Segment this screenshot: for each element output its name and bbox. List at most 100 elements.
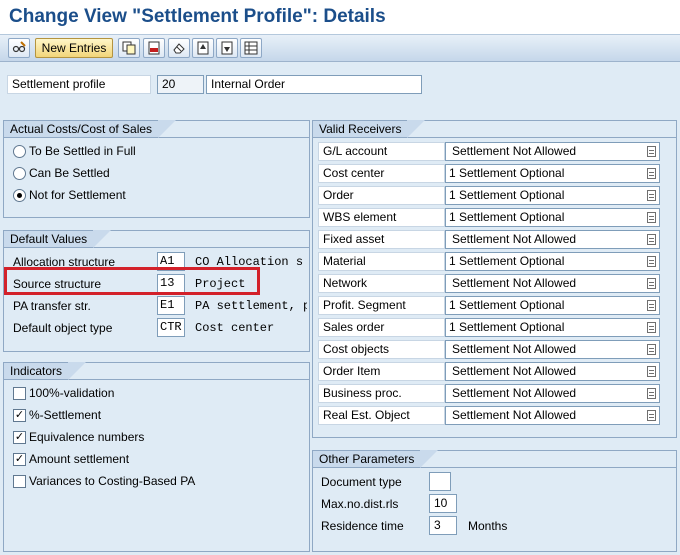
- max-dist-rules-label: Max.no.dist.rls: [321, 497, 399, 511]
- receiver-value: 1 Settlement Optional: [449, 166, 565, 180]
- radio-settle-full[interactable]: [13, 145, 26, 158]
- pa-transfer-field[interactable]: E1: [157, 296, 185, 315]
- receiver-value: Settlement Not Allowed: [452, 386, 577, 400]
- value-help-icon[interactable]: [647, 322, 656, 333]
- value-help-icon[interactable]: [647, 190, 656, 201]
- checkbox-percent-settlement-label: %-Settlement: [29, 408, 102, 422]
- receiver-dropdown[interactable]: 1 Settlement Optional: [445, 164, 660, 183]
- select-all-button[interactable]: [240, 38, 262, 58]
- receiver-dropdown[interactable]: Settlement Not Allowed: [445, 384, 660, 403]
- checkbox-100-validation-label: 100%-validation: [29, 386, 115, 400]
- receiver-dropdown[interactable]: Settlement Not Allowed: [445, 230, 660, 249]
- other-parameters-title: Other Parameters: [312, 450, 439, 468]
- copy-as-button[interactable]: [118, 38, 140, 58]
- receiver-dropdown[interactable]: 1 Settlement Optional: [445, 252, 660, 271]
- default-values-title: Default Values: [3, 230, 112, 248]
- receiver-label: WBS element: [318, 208, 445, 227]
- display-change-button[interactable]: [8, 38, 30, 58]
- receiver-label: Business proc.: [318, 384, 445, 403]
- receiver-value: 1 Settlement Optional: [449, 254, 565, 268]
- receiver-dropdown[interactable]: Settlement Not Allowed: [445, 340, 660, 359]
- checkbox-equivalence-numbers[interactable]: ✓: [13, 431, 26, 444]
- receiver-dropdown[interactable]: 1 Settlement Optional: [445, 318, 660, 337]
- page-title: Change View "Settlement Profile": Detail…: [9, 6, 386, 27]
- receiver-label: Real Est. Object: [318, 406, 445, 425]
- radio-can-be-settled-label: Can Be Settled: [29, 166, 110, 180]
- default-object-type-text: Cost center: [195, 321, 275, 335]
- radio-not-for-settlement-label: Not for Settlement: [29, 188, 126, 202]
- receiver-value: Settlement Not Allowed: [452, 276, 577, 290]
- default-object-type-field[interactable]: CTR: [157, 318, 185, 337]
- title-bar: Change View "Settlement Profile": Detail…: [0, 0, 680, 35]
- value-help-icon[interactable]: [647, 234, 656, 245]
- page-up-icon: [197, 41, 209, 55]
- new-entries-label: New Entries: [41, 41, 107, 55]
- receiver-dropdown[interactable]: Settlement Not Allowed: [445, 142, 660, 161]
- new-entries-button[interactable]: New Entries: [35, 38, 113, 58]
- checkbox-percent-settlement[interactable]: ✓: [13, 409, 26, 422]
- receiver-value: Settlement Not Allowed: [452, 232, 577, 246]
- receiver-label: Order: [318, 186, 445, 205]
- settlement-profile-field[interactable]: 20: [157, 75, 204, 94]
- actual-costs-group: Actual Costs/Cost of Sales To Be Settled…: [3, 120, 310, 218]
- checkbox-amount-settlement[interactable]: ✓: [13, 453, 26, 466]
- next-entry-button[interactable]: [216, 38, 238, 58]
- receiver-dropdown[interactable]: 1 Settlement Optional: [445, 208, 660, 227]
- highlight-box: [4, 267, 260, 295]
- value-help-icon[interactable]: [647, 344, 656, 355]
- value-help-icon[interactable]: [647, 388, 656, 399]
- pa-transfer-text: PA settlement, p: [195, 299, 307, 313]
- receiver-value: Settlement Not Allowed: [452, 364, 577, 378]
- document-type-field[interactable]: [429, 472, 451, 491]
- receiver-dropdown[interactable]: Settlement Not Allowed: [445, 274, 660, 293]
- value-help-icon[interactable]: [647, 212, 656, 223]
- value-help-icon[interactable]: [647, 300, 656, 311]
- table-select-icon: [244, 41, 258, 55]
- radio-can-be-settled[interactable]: [13, 167, 26, 180]
- residence-time-label: Residence time: [321, 519, 404, 533]
- max-dist-rules-field[interactable]: 10: [429, 494, 457, 513]
- other-parameters-group: Other Parameters Document type Max.no.di…: [312, 450, 677, 552]
- pa-transfer-label: PA transfer str.: [13, 299, 91, 313]
- value-help-icon[interactable]: [647, 278, 656, 289]
- receiver-dropdown[interactable]: 1 Settlement Optional: [445, 186, 660, 205]
- receiver-label: G/L account: [318, 142, 445, 161]
- receiver-label: Cost center: [318, 164, 445, 183]
- receiver-value: Settlement Not Allowed: [452, 144, 577, 158]
- receiver-value: 1 Settlement Optional: [449, 210, 565, 224]
- receiver-label: Order Item: [318, 362, 445, 381]
- previous-entry-button[interactable]: [192, 38, 214, 58]
- indicators-group: Indicators 100%-validation ✓ %-Settlemen…: [3, 362, 310, 552]
- settlement-profile-description: Internal Order: [206, 75, 422, 94]
- value-help-icon[interactable]: [647, 168, 656, 179]
- application-toolbar: New Entries: [0, 35, 680, 62]
- receiver-dropdown[interactable]: Settlement Not Allowed: [445, 406, 660, 425]
- receiver-dropdown[interactable]: Settlement Not Allowed: [445, 362, 660, 381]
- actual-costs-title: Actual Costs/Cost of Sales: [3, 120, 177, 138]
- receiver-value: 1 Settlement Optional: [449, 298, 565, 312]
- value-help-icon[interactable]: [647, 256, 656, 267]
- page-down-icon: [221, 41, 233, 55]
- receiver-value: 1 Settlement Optional: [449, 320, 565, 334]
- checkbox-variances-costing-pa-label: Variances to Costing-Based PA: [29, 474, 196, 488]
- residence-time-unit: Months: [468, 519, 508, 533]
- undo-change-button[interactable]: [168, 38, 190, 58]
- valid-receivers-title: Valid Receivers: [312, 120, 427, 138]
- checkbox-variances-costing-pa[interactable]: [13, 475, 26, 488]
- delete-button[interactable]: [143, 38, 165, 58]
- default-object-type-label: Default object type: [13, 321, 113, 335]
- receiver-dropdown[interactable]: 1 Settlement Optional: [445, 296, 660, 315]
- value-help-icon[interactable]: [647, 366, 656, 377]
- receiver-label: Profit. Segment: [318, 296, 445, 315]
- document-type-label: Document type: [321, 475, 402, 489]
- radio-not-for-settlement[interactable]: [13, 189, 26, 202]
- value-help-icon[interactable]: [647, 146, 656, 157]
- value-help-icon[interactable]: [647, 410, 656, 421]
- settlement-profile-label: Settlement profile: [7, 75, 151, 94]
- checkbox-100-validation[interactable]: [13, 387, 26, 400]
- copy-icon: [122, 41, 136, 55]
- receiver-value: 1 Settlement Optional: [449, 188, 565, 202]
- receiver-value: Settlement Not Allowed: [452, 408, 577, 422]
- checkbox-amount-settlement-label: Amount settlement: [29, 452, 130, 466]
- residence-time-field[interactable]: 3: [429, 516, 457, 535]
